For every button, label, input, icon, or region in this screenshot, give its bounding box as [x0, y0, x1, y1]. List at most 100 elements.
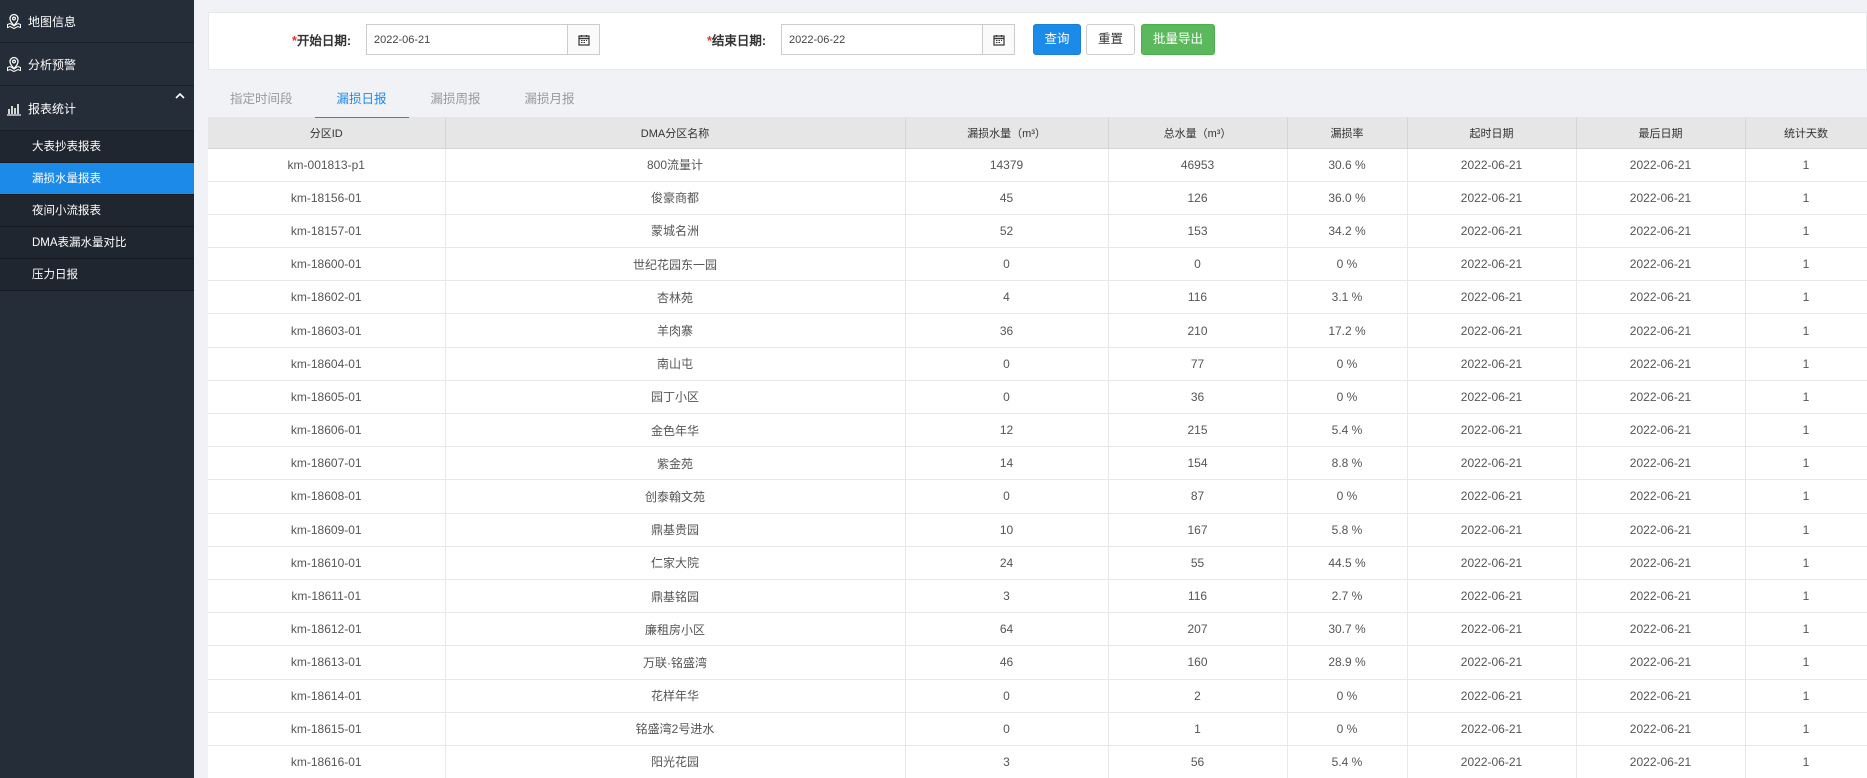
table-row[interactable]: km-18156-01 俊豪商都 45 126 36.0 % 2022-06-21 2022… — [208, 181, 1867, 215]
table-cell: 2022-06-21 — [1576, 313, 1746, 348]
sub-item-leakage-report[interactable]: 漏损水量报表 — [0, 163, 194, 195]
sub-item-dma-compare[interactable]: DMA表漏水量对比 — [0, 227, 194, 259]
table-cell: 2022-06-21 — [1407, 579, 1577, 614]
table-cell: 14 — [905, 446, 1109, 481]
table-cell: 2022-06-21 — [1407, 612, 1577, 647]
table-cell: 1 — [1108, 712, 1288, 746]
table-cell: 花样年华 — [445, 679, 906, 713]
start-calendar-button[interactable] — [567, 25, 599, 54]
table-cell: 2022-06-21 — [1407, 679, 1577, 713]
table-cell: 杏林苑 — [445, 280, 906, 315]
table-cell: 215 — [1108, 413, 1288, 448]
chevron-up-icon[interactable] — [174, 90, 192, 105]
column-header: DMA分区名称 — [445, 118, 906, 149]
table-cell: km-18602-01 — [208, 280, 446, 315]
map-pin-icon — [7, 13, 21, 29]
table-cell: 154 — [1108, 446, 1288, 481]
table-cell: 2022-06-21 — [1407, 181, 1577, 215]
reset-button[interactable]: 重置 — [1086, 24, 1135, 55]
table-row[interactable]: km-18157-01 蒙城名洲 52 153 34.2 % 2022-06-21 2022… — [208, 214, 1867, 249]
table-row[interactable]: km-18607-01 紫金苑 14 154 8.8 % 2022-06-21 2022-0… — [208, 446, 1867, 481]
table-cell: 0 % — [1287, 247, 1408, 282]
table-cell: 2022-06-21 — [1407, 148, 1577, 182]
table-cell: 10 — [905, 513, 1109, 547]
table-cell: 210 — [1108, 313, 1288, 348]
table-cell: 2022-06-21 — [1407, 645, 1577, 680]
table-cell: km-18604-01 — [208, 347, 446, 381]
tab-leak-monthly[interactable]: 漏损月报 — [503, 80, 597, 118]
table-cell: 116 — [1108, 579, 1288, 614]
table-cell: 34.2 % — [1287, 214, 1408, 249]
end-date-picker — [781, 24, 1015, 55]
table-cell: km-18615-01 — [208, 712, 446, 746]
table-cell: 俊豪商都 — [445, 181, 906, 215]
table-cell: 0 % — [1287, 679, 1408, 713]
end-date-input[interactable] — [782, 25, 982, 54]
table-row[interactable]: km-18605-01 园丁小区 0 36 0 % 2022-06-21 2022-06-2… — [208, 380, 1867, 415]
table-row[interactable]: km-18606-01 金色年华 12 215 5.4 % 2022-06-21 2022-… — [208, 413, 1867, 448]
sub-item-night-flow-report[interactable]: 夜间小流报表 — [0, 195, 194, 227]
table-cell: km-18611-01 — [208, 579, 446, 614]
table-cell: 44.5 % — [1287, 546, 1408, 580]
start-date-input[interactable] — [367, 25, 567, 54]
table-row[interactable]: km-18610-01 仁家大院 24 55 44.5 % 2022-06-21 2022-… — [208, 546, 1867, 580]
table-row[interactable]: km-18613-01 万联·铭盛湾 46 160 28.9 % 2022-06-21 20… — [208, 645, 1867, 680]
table-cell: 2022-06-21 — [1576, 745, 1746, 778]
table-cell: 2.7 % — [1287, 579, 1408, 614]
table-row[interactable]: km-18614-01 花样年华 0 2 0 % 2022-06-21 2022-06-21… — [208, 679, 1867, 713]
table-cell: km-001813-p1 — [208, 148, 446, 182]
table-row[interactable]: km-18602-01 杏林苑 4 116 3.1 % 2022-06-21 2022-06… — [208, 280, 1867, 315]
table-cell: 南山屯 — [445, 347, 906, 381]
end-calendar-button[interactable] — [982, 25, 1014, 54]
table-row[interactable]: km-18615-01 铭盛湾2号进水 0 1 0 % 2022-06-21 2022-06… — [208, 712, 1867, 746]
sub-item-pressure-daily[interactable]: 压力日报 — [0, 259, 194, 291]
table-cell: 160 — [1108, 645, 1288, 680]
table-cell: 2022-06-21 — [1407, 313, 1577, 348]
table-cell: 2022-06-21 — [1576, 247, 1746, 282]
column-header: 分区ID — [208, 118, 446, 149]
table-cell: 1 — [1745, 181, 1867, 215]
table-row[interactable]: km-18609-01 鼎基贵园 10 167 5.8 % 2022-06-21 2022-… — [208, 513, 1867, 547]
nav-item-analysis-warning[interactable]: 分析预警 — [0, 43, 194, 86]
table-row[interactable]: km-18600-01 世纪花园东一园 0 0 0 % 2022-06-21 2022-06… — [208, 247, 1867, 282]
end-date-label: *结束日期: — [707, 34, 767, 48]
table-cell: 36 — [1108, 380, 1288, 415]
table-cell: 2022-06-21 — [1407, 247, 1577, 282]
table-cell: 1 — [1745, 413, 1867, 448]
table-row[interactable]: km-001813-p1 800流量计 14379 46953 30.6 % 2022-0… — [208, 148, 1867, 182]
table-row[interactable]: km-18603-01 羊肉寨 36 210 17.2 % 2022-06-21 2022-… — [208, 313, 1867, 348]
table-row[interactable]: km-18608-01 创泰翰文苑 0 87 0 % 2022-06-21 2022-06-… — [208, 479, 1867, 514]
table-row[interactable]: km-18616-01 阳光花园 3 56 5.4 % 2022-06-21 2022-06… — [208, 745, 1867, 778]
tab-leak-daily[interactable]: 漏损日报 — [314, 80, 409, 119]
table-cell: 64 — [905, 612, 1109, 647]
table-cell: 14379 — [905, 148, 1109, 182]
table-row[interactable]: km-18612-01 廉租房小区 64 207 30.7 % 2022-06-21 202… — [208, 612, 1867, 647]
nav-item-report-stats[interactable]: 报表统计 — [0, 86, 194, 131]
table-cell: 2022-06-21 — [1576, 712, 1746, 746]
calendar-icon — [992, 34, 1005, 46]
tab-custom-period[interactable]: 指定时间段 — [208, 80, 315, 118]
leakage-table: 分区ID DMA分区名称 漏损水量（m³） 总水量（m³） 漏损率 起时日期 最后日期 统计天… — [208, 118, 1867, 778]
query-button[interactable]: 查询 — [1033, 24, 1081, 55]
table-cell: 36 — [905, 313, 1109, 348]
batch-export-button[interactable]: 批量导出 — [1141, 24, 1215, 55]
table-cell: 世纪花园东一园 — [445, 247, 906, 282]
table-cell: 2022-06-21 — [1576, 413, 1746, 448]
table-cell: 2022-06-21 — [1407, 712, 1577, 746]
table-row[interactable]: km-18604-01 南山屯 0 77 0 % 2022-06-21 2022-06-21… — [208, 347, 1867, 381]
table-row[interactable]: km-18611-01 鼎基铭园 3 116 2.7 % 2022-06-21 2022-0… — [208, 579, 1867, 614]
bar-chart-icon — [7, 104, 21, 116]
calendar-icon — [577, 34, 590, 46]
table-cell: 1 — [1745, 446, 1867, 481]
tab-leak-weekly[interactable]: 漏损周报 — [409, 80, 503, 118]
table-cell: 116 — [1108, 280, 1288, 315]
table-cell: 鼎基贵园 — [445, 513, 906, 547]
table-cell: 24 — [905, 546, 1109, 580]
table-cell: 鼎基铭园 — [445, 579, 906, 614]
leakage-table-container: 分区ID DMA分区名称 漏损水量（m³） 总水量（m³） 漏损率 起时日期 最后日期 统计天… — [208, 118, 1867, 778]
sub-item-large-meter-report[interactable]: 大表抄表报表 — [0, 131, 194, 163]
nav-item-map-info[interactable]: 地图信息 — [0, 0, 194, 43]
report-submenu: 大表抄表报表 漏损水量报表 夜间小流报表 DMA表漏水量对比 压力日报 — [0, 131, 194, 291]
table-cell: km-18607-01 — [208, 446, 446, 481]
table-cell: 创泰翰文苑 — [445, 479, 906, 514]
